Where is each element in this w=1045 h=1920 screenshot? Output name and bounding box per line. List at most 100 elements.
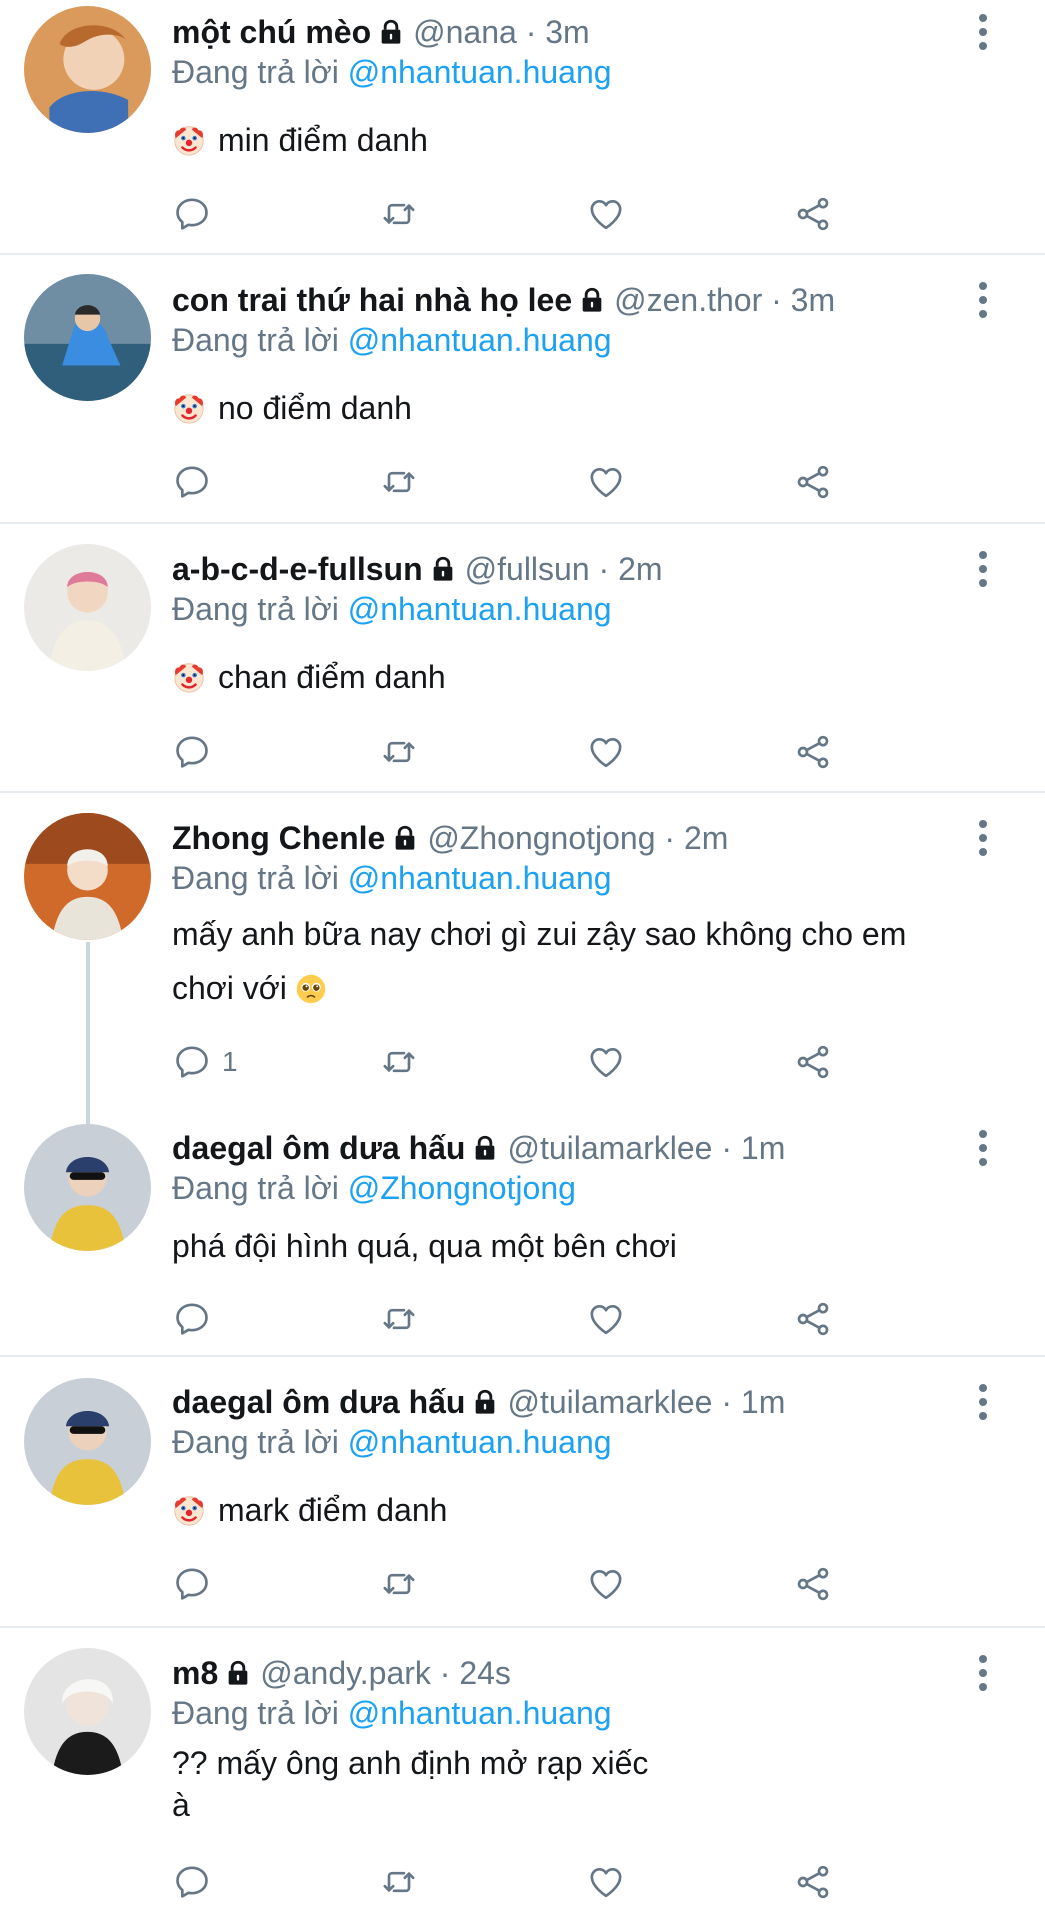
user-handle[interactable]: @Zhongnotjong xyxy=(427,820,655,856)
tweet-item[interactable]: m8 @andy.park · 24s Đang trả lời @nhantua… xyxy=(0,1628,1045,1920)
tweet-item[interactable]: daegal ôm dưa hấu @tuilamarklee · 1m Đang… xyxy=(0,1103,1045,1356)
avatar[interactable] xyxy=(24,6,151,133)
avatar[interactable] xyxy=(24,813,151,940)
retweet-button[interactable] xyxy=(379,460,419,504)
mention-link[interactable]: @nhantuan.huang xyxy=(348,54,612,90)
user-handle[interactable]: @fullsun xyxy=(465,551,590,587)
like-button[interactable] xyxy=(586,1562,626,1606)
avatar[interactable] xyxy=(24,1378,151,1505)
avatar[interactable] xyxy=(24,274,151,401)
mention-link[interactable]: @nhantuan.huang xyxy=(348,860,612,896)
like-button[interactable] xyxy=(586,192,626,236)
heart-icon xyxy=(586,194,626,234)
timestamp[interactable]: 2m xyxy=(618,551,662,587)
more-vertical-icon[interactable] xyxy=(977,14,989,50)
user-handle[interactable]: @zen.thor xyxy=(614,282,762,318)
share-button[interactable] xyxy=(793,1040,833,1084)
heart-icon xyxy=(586,1042,626,1082)
tweet-header: a-b-c-d-e-fullsun @fullsun · 2m xyxy=(172,549,985,589)
tweet-text: min điểm danh xyxy=(172,113,1005,167)
share-button[interactable] xyxy=(793,1562,833,1606)
replying-to: Đang trả lời @nhantuan.huang xyxy=(172,858,612,898)
retweet-button[interactable] xyxy=(379,1040,419,1084)
retweet-icon xyxy=(379,1042,419,1082)
reply-button[interactable] xyxy=(172,1562,212,1606)
separator: · xyxy=(771,282,782,318)
more-vertical-icon[interactable] xyxy=(977,1384,989,1420)
display-name[interactable]: con trai thứ hai nhà họ lee xyxy=(172,282,572,318)
mention-link[interactable]: @nhantuan.huang xyxy=(348,322,612,358)
tweet-header: daegal ôm dưa hấu @tuilamarklee · 1m xyxy=(172,1128,985,1168)
reply-button[interactable] xyxy=(172,192,212,236)
like-button[interactable] xyxy=(586,1297,626,1341)
display-name[interactable]: một chú mèo xyxy=(172,14,371,50)
tweet-text: ?? mấy ông anh định mở rạp xiếc à xyxy=(172,1742,1005,1826)
more-vertical-icon[interactable] xyxy=(977,1130,989,1166)
display-name[interactable]: m8 xyxy=(172,1655,218,1691)
tweet-item[interactable]: a-b-c-d-e-fullsun @fullsun · 2m Đang trả … xyxy=(0,524,1045,792)
lock-icon xyxy=(377,18,405,46)
like-button[interactable] xyxy=(586,730,626,774)
reply-button[interactable] xyxy=(172,460,212,504)
display-name[interactable]: daegal ôm dưa hấu xyxy=(172,1384,465,1420)
timestamp[interactable]: 2m xyxy=(684,820,728,856)
tweet-item[interactable]: một chú mèo @nana · 3m Đang trả lời @nhan… xyxy=(0,0,1045,255)
tweet-actions: 1 xyxy=(172,1040,852,1084)
separator: · xyxy=(598,551,610,587)
mention-link[interactable]: @nhantuan.huang xyxy=(348,1695,612,1731)
timestamp[interactable]: 1m xyxy=(741,1384,785,1420)
like-button[interactable] xyxy=(586,460,626,504)
lock-icon xyxy=(578,286,606,314)
speech-bubble-icon xyxy=(172,462,212,502)
display-name[interactable]: a-b-c-d-e-fullsun xyxy=(172,551,423,587)
more-vertical-icon[interactable] xyxy=(977,820,989,856)
user-handle[interactable]: @nana xyxy=(413,14,517,50)
display-name[interactable]: Zhong Chenle xyxy=(172,820,385,856)
display-name[interactable]: daegal ôm dưa hấu xyxy=(172,1130,465,1166)
thread-connector xyxy=(86,942,90,1124)
retweet-button[interactable] xyxy=(379,192,419,236)
retweet-button[interactable] xyxy=(379,1860,419,1904)
user-handle[interactable]: @andy.park xyxy=(260,1655,431,1691)
reply-button[interactable]: 1 xyxy=(172,1040,238,1084)
avatar[interactable] xyxy=(24,544,151,671)
avatar[interactable] xyxy=(24,1648,151,1775)
tweet-text-line: à xyxy=(172,1787,190,1823)
reply-button[interactable] xyxy=(172,730,212,774)
retweet-button[interactable] xyxy=(379,730,419,774)
user-handle[interactable]: @tuilamarklee xyxy=(507,1130,712,1166)
timestamp[interactable]: 3m xyxy=(791,282,835,318)
reply-button[interactable] xyxy=(172,1297,212,1341)
share-button[interactable] xyxy=(793,192,833,236)
tweet-item[interactable]: Zhong Chenle @Zhongnotjong · 2m Đang trả … xyxy=(0,793,1045,1103)
retweet-icon xyxy=(379,732,419,772)
user-handle[interactable]: @tuilamarklee xyxy=(507,1384,712,1420)
tweet-item[interactable]: con trai thứ hai nhà họ lee @zen.thor · 3… xyxy=(0,255,1045,523)
timestamp[interactable]: 3m xyxy=(545,14,589,50)
tweet-item[interactable]: daegal ôm dưa hấu @tuilamarklee · 1m Đang… xyxy=(0,1357,1045,1627)
speech-bubble-icon xyxy=(172,1862,212,1902)
share-button[interactable] xyxy=(793,460,833,504)
like-button[interactable] xyxy=(586,1040,626,1084)
reply-button[interactable] xyxy=(172,1860,212,1904)
tweet-text-line: chơi với xyxy=(172,961,1005,1015)
more-vertical-icon[interactable] xyxy=(977,551,989,587)
reply-prefix: Đang trả lời xyxy=(172,1695,339,1731)
more-vertical-icon[interactable] xyxy=(977,1655,989,1691)
timestamp[interactable]: 1m xyxy=(741,1130,785,1166)
mention-link[interactable]: @nhantuan.huang xyxy=(348,591,612,627)
more-vertical-icon[interactable] xyxy=(977,282,989,318)
speech-bubble-icon xyxy=(172,1042,212,1082)
tweet-text: phá đội hình quá, qua một bên chơi xyxy=(172,1219,1005,1273)
share-button[interactable] xyxy=(793,1860,833,1904)
retweet-button[interactable] xyxy=(379,1562,419,1606)
timestamp[interactable]: 24s xyxy=(459,1655,511,1691)
mention-link[interactable]: @nhantuan.huang xyxy=(348,1424,612,1460)
mention-link[interactable]: @Zhongnotjong xyxy=(348,1170,576,1206)
avatar[interactable] xyxy=(24,1124,151,1251)
like-button[interactable] xyxy=(586,1860,626,1904)
share-button[interactable] xyxy=(793,1297,833,1341)
share-button[interactable] xyxy=(793,730,833,774)
retweet-icon xyxy=(379,194,419,234)
retweet-button[interactable] xyxy=(379,1297,419,1341)
